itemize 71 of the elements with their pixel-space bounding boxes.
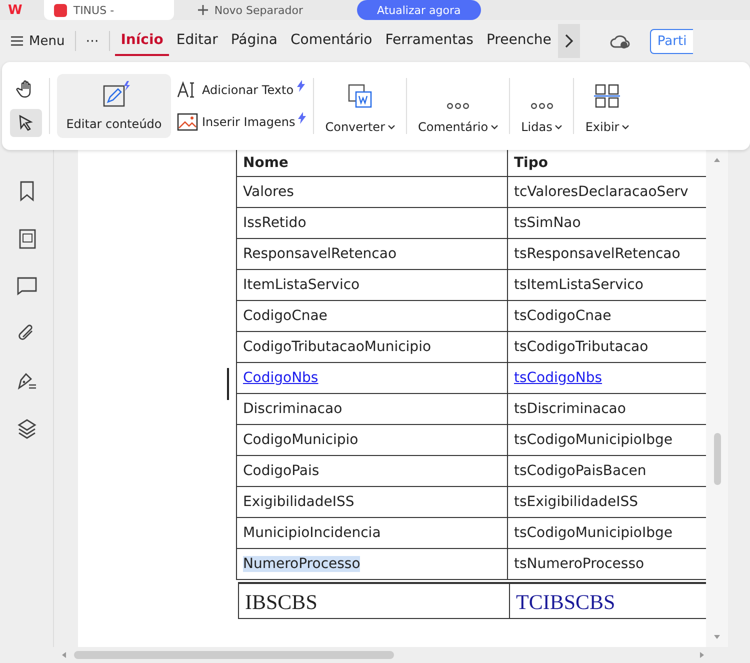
vertical-scrollbar[interactable] xyxy=(706,150,728,647)
menu-button[interactable]: Menu xyxy=(6,30,70,52)
table-cell: MunicipioIncidencia xyxy=(243,525,381,541)
menu-icon xyxy=(11,35,23,47)
pdf-icon xyxy=(54,4,68,16)
table-cell: Valores xyxy=(243,184,294,200)
table-cell: tsCodigoMunicipioIbge xyxy=(514,432,673,448)
edit-content-button[interactable]: Editar conteúdo xyxy=(57,74,171,138)
add-text-button[interactable]: Adicionar Texto xyxy=(177,80,306,100)
table-cell: ItemListaServico xyxy=(243,277,360,293)
link[interactable]: CodigoNbs xyxy=(243,370,318,386)
chevron-right-button[interactable] xyxy=(558,24,580,58)
select-tool-button[interactable] xyxy=(10,109,42,137)
table-cell: IBSCBS xyxy=(245,590,318,614)
thumbnail-icon[interactable] xyxy=(16,228,36,250)
document-tab[interactable]: TINUS - xyxy=(44,0,174,20)
grid-icon xyxy=(593,82,622,110)
image-icon xyxy=(177,112,199,132)
table-cell: tsCodigoPaisBacen xyxy=(514,463,646,479)
share-button[interactable]: Parti xyxy=(650,28,693,54)
table-cell: tsCodigoCnae xyxy=(514,308,612,324)
table-cell: CodigoTributacaoMunicipio xyxy=(243,339,432,355)
pen-icon[interactable] xyxy=(16,370,38,392)
column-header: Nome xyxy=(236,150,508,176)
view-button[interactable]: Exibir xyxy=(581,78,634,134)
app-logo[interactable]: W xyxy=(0,2,30,18)
lightning-icon xyxy=(296,80,305,92)
scroll-down-icon[interactable] xyxy=(714,635,720,639)
table-cell: CodigoMunicipio xyxy=(243,432,358,448)
caret-icon xyxy=(388,124,395,130)
lightning-icon xyxy=(298,112,306,124)
document-convert-icon xyxy=(346,82,374,110)
table-cell: ExigibilidadeISS xyxy=(243,494,354,510)
menu-tab[interactable]: Comentário xyxy=(284,26,378,56)
caret-icon xyxy=(622,124,630,130)
table-cell: ResponsavelRetencao xyxy=(243,246,397,262)
menu-tab[interactable]: Preenche xyxy=(480,26,558,56)
table-cell: tcValoresDeclaracaoServ xyxy=(514,184,688,200)
new-tab-button[interactable]: Novo Separador xyxy=(198,4,304,16)
convert-button[interactable]: Converter xyxy=(321,78,399,134)
dropdown-button[interactable]: Comentário xyxy=(414,78,502,134)
table-cell: CodigoCnae xyxy=(243,308,328,324)
comment-icon[interactable] xyxy=(16,276,38,296)
menu-tab[interactable]: Início xyxy=(114,26,170,56)
dropdown-button[interactable]: Lidas xyxy=(517,78,566,134)
insert-image-button[interactable]: Inserir Imagens xyxy=(177,112,306,132)
table-cell: tsItemListaServico xyxy=(514,277,644,293)
scroll-up-icon[interactable] xyxy=(714,158,720,162)
layers-icon[interactable] xyxy=(16,418,38,440)
table-cell: tsCodigoTributacao xyxy=(514,339,648,355)
more-button[interactable]: ⋯ xyxy=(80,30,104,52)
menu-tab[interactable]: Página xyxy=(224,26,284,56)
text-cursor xyxy=(227,368,229,400)
menu-tab[interactable]: Ferramentas xyxy=(379,26,480,56)
update-button[interactable]: Atualizar agora xyxy=(357,0,481,20)
caret-icon xyxy=(491,124,498,130)
table-cell: TCIBSCBS xyxy=(516,590,616,614)
table-cell: tsDiscriminacao xyxy=(514,401,626,417)
table-cell: tsResponsavelRetencao xyxy=(514,246,680,262)
table-cell: tsCodigoMunicipioIbge xyxy=(514,525,673,541)
table-cell: NumeroProcesso xyxy=(243,556,360,572)
table-cell: tsSimNao xyxy=(514,215,581,231)
table-cell: tsExigibilidadeISS xyxy=(514,494,638,510)
chevron-right-icon xyxy=(564,34,574,48)
table-cell: Discriminacao xyxy=(243,401,342,417)
menu-tab[interactable]: Editar xyxy=(170,26,224,56)
table-cell: IssRetido xyxy=(243,215,306,231)
plus-icon xyxy=(198,5,208,15)
caret-icon xyxy=(555,124,562,130)
table-cell: tsNumeroProcesso xyxy=(514,556,644,572)
table-cell: CodigoPais xyxy=(243,463,320,479)
